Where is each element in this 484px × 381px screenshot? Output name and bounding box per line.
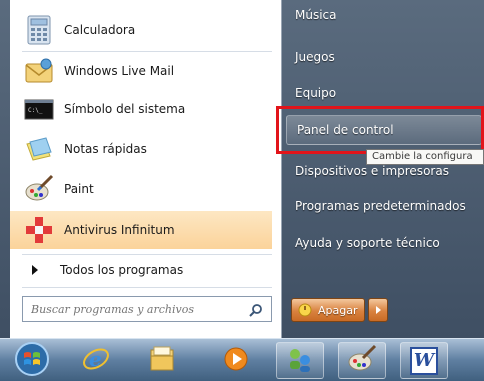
- link-label: Programas predeterminados: [295, 199, 466, 213]
- divider: [22, 254, 272, 255]
- shutdown-label: Apagar: [318, 303, 358, 317]
- taskbar-word[interactable]: W: [400, 342, 448, 379]
- screen: Calculadora Windows Live Mail C:\_ Símbo…: [0, 0, 484, 381]
- link-ayuda-y-soporte-tecnico[interactable]: Ayuda y soporte técnico: [295, 230, 440, 256]
- taskbar-media-player[interactable]: [212, 342, 260, 379]
- media-player-icon: [221, 344, 251, 378]
- start-button[interactable]: [8, 341, 56, 381]
- arrow-right-icon: [32, 265, 38, 275]
- all-programs-label: Todos los programas: [60, 263, 184, 277]
- shutdown-button[interactable]: Apagar: [291, 298, 365, 322]
- program-item-simbolo-del-sistema[interactable]: C:\_ Símbolo del sistema: [10, 90, 272, 128]
- program-item-calculadora[interactable]: Calculadora: [10, 11, 272, 49]
- highlight-box: [276, 106, 484, 154]
- arrow-right-icon: [375, 306, 381, 314]
- program-label: Paint: [64, 182, 94, 196]
- svg-text:e: e: [89, 347, 102, 371]
- link-label: Dispositivos e impresoras: [295, 164, 449, 178]
- explorer-folder-icon: [147, 344, 177, 378]
- antivirus-icon: [24, 215, 54, 245]
- search-input[interactable]: [31, 298, 231, 320]
- start-orb-icon: [14, 341, 50, 381]
- word-letter: W: [413, 350, 435, 371]
- start-menu: Calculadora Windows Live Mail C:\_ Símbo…: [0, 0, 484, 338]
- taskbar-explorer[interactable]: [138, 342, 186, 379]
- calculator-icon: [24, 15, 54, 45]
- program-label: Windows Live Mail: [64, 64, 175, 78]
- word-icon: W: [410, 346, 438, 375]
- link-equipo[interactable]: Equipo: [295, 80, 336, 106]
- program-item-notas-rapidas[interactable]: Notas rápidas: [10, 130, 272, 168]
- link-label: Ayuda y soporte técnico: [295, 236, 440, 250]
- network-people-icon: [285, 344, 315, 378]
- command-prompt-icon: C:\_: [24, 94, 54, 124]
- link-label: Equipo: [295, 86, 337, 100]
- programs-panel: Calculadora Windows Live Mail C:\_ Símbo…: [10, 0, 282, 338]
- tooltip: Cambie la configura: [366, 149, 484, 165]
- divider: [22, 287, 272, 288]
- internet-explorer-icon: e: [81, 344, 111, 378]
- link-label: Música: [295, 8, 337, 22]
- link-musica[interactable]: Música: [295, 2, 337, 28]
- program-item-paint[interactable]: Paint: [10, 170, 272, 208]
- taskbar-network[interactable]: [276, 342, 324, 379]
- taskbar-internet-explorer[interactable]: e: [72, 342, 120, 379]
- shutdown-options-button[interactable]: [368, 298, 388, 322]
- taskbar-paint[interactable]: [338, 342, 386, 379]
- svg-text:C:\_: C:\_: [28, 107, 43, 114]
- link-programas-predeterminados[interactable]: Programas predeterminados: [295, 193, 466, 219]
- mail-icon: [24, 56, 54, 86]
- search-icon[interactable]: [249, 302, 263, 317]
- search-box[interactable]: [22, 296, 272, 322]
- program-item-windows-live-mail[interactable]: Windows Live Mail: [10, 52, 272, 90]
- program-label: Símbolo del sistema: [64, 102, 186, 116]
- program-label: Calculadora: [64, 23, 136, 37]
- program-label: Antivirus Infinitum: [64, 223, 175, 237]
- paint-icon: [24, 174, 54, 204]
- all-programs-button[interactable]: Todos los programas: [10, 257, 272, 283]
- link-juegos[interactable]: Juegos: [295, 44, 335, 70]
- power-icon: [298, 303, 312, 317]
- program-item-antivirus-infinitum[interactable]: Antivirus Infinitum: [10, 211, 272, 249]
- sticky-notes-icon: [24, 134, 54, 164]
- link-label: Juegos: [295, 50, 335, 64]
- paint-icon: [347, 344, 377, 378]
- program-label: Notas rápidas: [64, 142, 147, 156]
- taskbar: e W: [0, 338, 484, 381]
